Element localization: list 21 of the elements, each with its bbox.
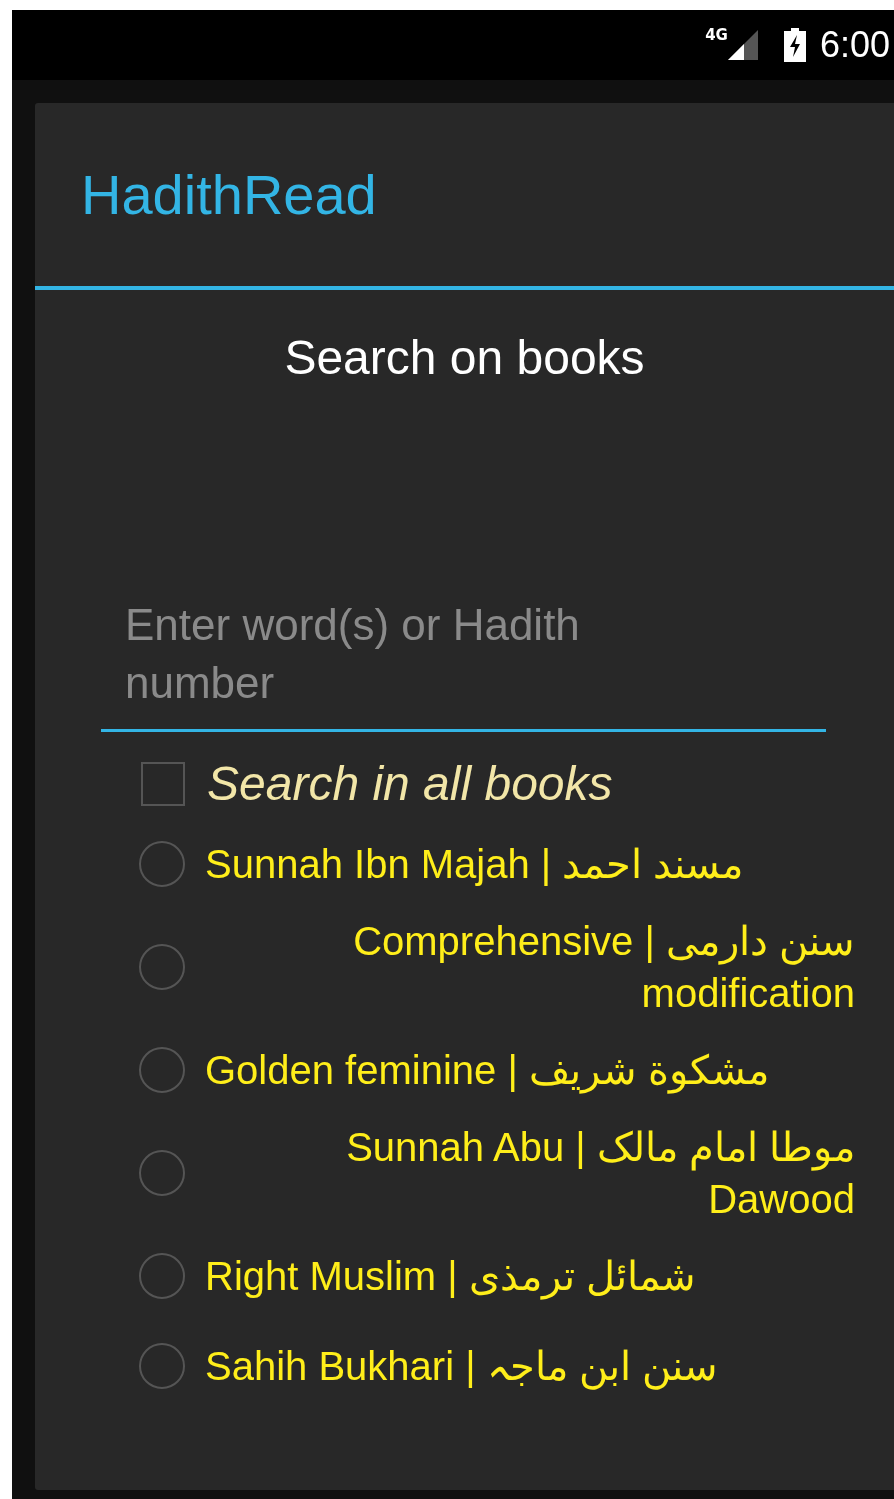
signal-icon	[727, 30, 758, 60]
dialog-title: HadithRead	[80, 162, 378, 228]
network-type: 4G	[705, 26, 728, 44]
book-option-label[interactable]: مشکوة شريف | Golden feminine	[205, 1044, 770, 1096]
radio-button[interactable]	[139, 1047, 185, 1093]
book-option-label[interactable]: مسند احمد | Sunnah Ibn Majah	[205, 838, 744, 890]
checkbox[interactable]	[141, 761, 185, 806]
book-option-label[interactable]: سنن ابن ماجہ | Sahih Bukhari	[205, 1340, 718, 1392]
battery-charging-icon	[783, 28, 806, 62]
radio-button[interactable]	[139, 841, 185, 887]
radio-button[interactable]	[139, 1343, 185, 1389]
radio-button[interactable]	[139, 1150, 185, 1196]
book-option-label[interactable]: سنن دارمی | Comprehensive modification	[205, 915, 855, 1019]
clock-time: 6:00	[819, 24, 890, 66]
radio-button[interactable]	[139, 1253, 185, 1299]
dialog-heading: Search on books	[283, 330, 646, 386]
search-field[interactable]: Enter word(s) or Hadith number	[101, 596, 826, 732]
checkbox-label[interactable]: Search in all books	[207, 756, 613, 811]
book-option-label[interactable]: موطا امام مالک | Sunnah Abu Dawood	[205, 1121, 855, 1225]
book-option-label[interactable]: شمائل ترمذی | Right Muslim	[205, 1250, 696, 1302]
radio-button[interactable]	[139, 944, 185, 990]
